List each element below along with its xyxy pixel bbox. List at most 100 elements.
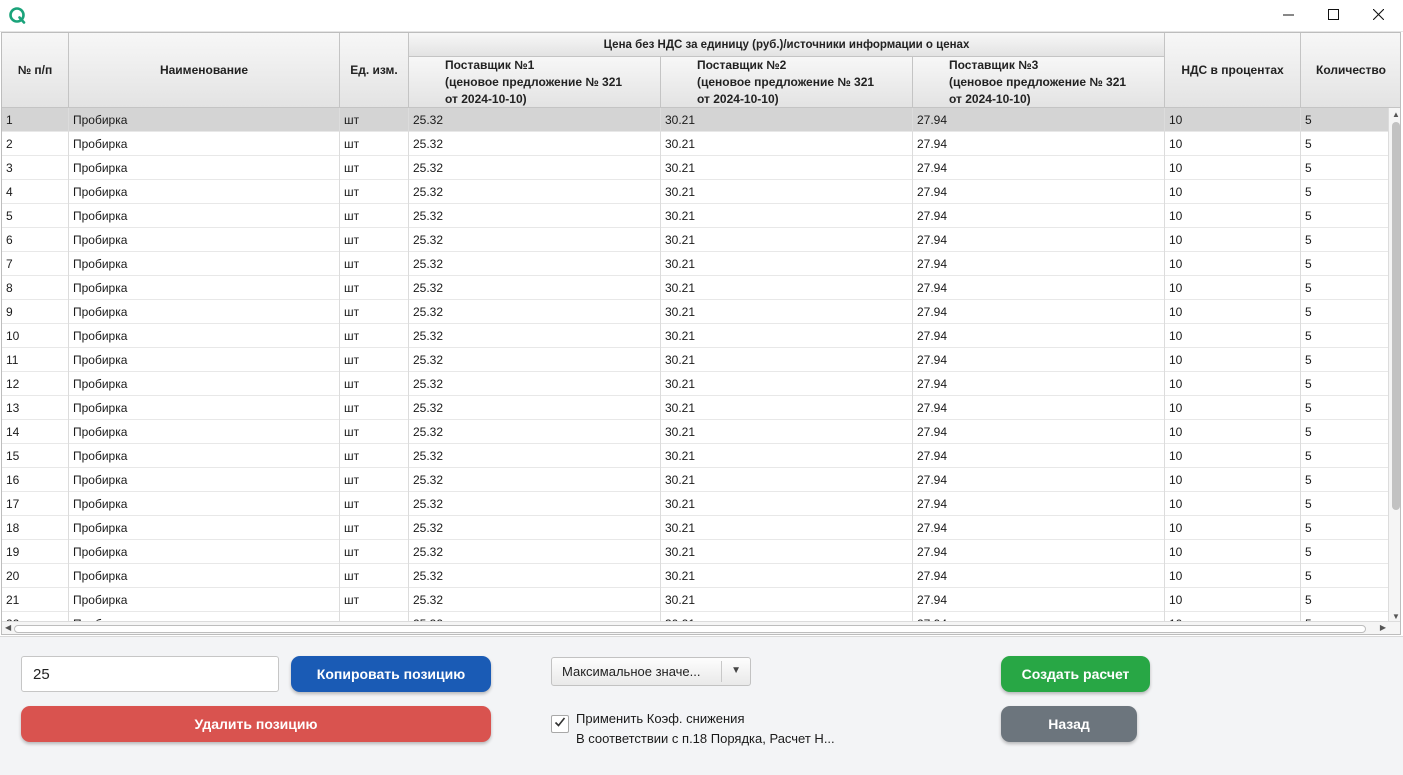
cell-price-supplier-3[interactable]: 27.94 [913,516,1165,540]
cell-price-supplier-3[interactable]: 27.94 [913,468,1165,492]
cell-quantity[interactable]: 5 [1301,228,1388,252]
cell-quantity[interactable]: 5 [1301,300,1388,324]
cell-price-supplier-2[interactable]: 30.21 [661,516,913,540]
cell-number[interactable]: 13 [2,396,69,420]
create-calculation-button[interactable]: Создать расчет [1001,656,1150,692]
cell-quantity[interactable]: 5 [1301,516,1388,540]
cell-name[interactable]: Пробирка [69,180,340,204]
cell-name[interactable]: Пробирка [69,252,340,276]
cell-name[interactable]: Пробирка [69,324,340,348]
cell-unit[interactable]: шт [340,444,409,468]
cell-number[interactable]: 17 [2,492,69,516]
cell-name[interactable]: Пробирка [69,204,340,228]
cell-name[interactable]: Пробирка [69,468,340,492]
cell-price-supplier-3[interactable]: 27.94 [913,228,1165,252]
column-header-quantity[interactable]: Количество [1301,33,1400,108]
table-row[interactable]: 8 Пробирка шт 25.32 30.21 27.94 10 5 [2,276,1388,300]
cell-name[interactable]: Пробирка [69,396,340,420]
cell-price-supplier-2[interactable]: 30.21 [661,132,913,156]
cell-name[interactable]: Пробирка [69,444,340,468]
cell-price-supplier-2[interactable]: 30.21 [661,540,913,564]
cell-number[interactable]: 7 [2,252,69,276]
cell-number[interactable]: 5 [2,204,69,228]
cell-price-supplier-2[interactable]: 30.21 [661,252,913,276]
cell-vat[interactable]: 10 [1165,396,1301,420]
cell-price-supplier-2[interactable]: 30.21 [661,396,913,420]
cell-unit[interactable]: шт [340,300,409,324]
cell-price-supplier-1[interactable]: 25.32 [409,348,661,372]
table-row[interactable]: 3 Пробирка шт 25.32 30.21 27.94 10 5 [2,156,1388,180]
cell-price-supplier-1[interactable]: 25.32 [409,252,661,276]
scroll-up-arrow-icon[interactable]: ▲ [1392,110,1400,119]
cell-quantity[interactable]: 5 [1301,156,1388,180]
reduction-coefficient-checkbox[interactable] [551,715,569,733]
cell-price-supplier-3[interactable]: 27.94 [913,420,1165,444]
cell-quantity[interactable]: 5 [1301,468,1388,492]
cell-name[interactable]: Пробирка [69,564,340,588]
cell-number[interactable]: 4 [2,180,69,204]
position-number-input[interactable] [21,656,279,692]
cell-price-supplier-1[interactable]: 25.32 [409,324,661,348]
cell-price-supplier-2[interactable]: 30.21 [661,348,913,372]
cell-vat[interactable]: 10 [1165,300,1301,324]
cell-quantity[interactable]: 5 [1301,372,1388,396]
column-header-vat[interactable]: НДС в процентах [1165,33,1301,108]
column-header-name[interactable]: Наименование [69,33,340,108]
table-row[interactable]: 14 Пробирка шт 25.32 30.21 27.94 10 5 [2,420,1388,444]
cell-quantity[interactable]: 5 [1301,348,1388,372]
cell-vat[interactable]: 10 [1165,348,1301,372]
cell-price-supplier-3[interactable]: 27.94 [913,588,1165,612]
cell-vat[interactable]: 10 [1165,156,1301,180]
maximize-button[interactable] [1310,0,1356,32]
cell-price-supplier-1[interactable]: 25.32 [409,444,661,468]
table-row[interactable]: 16 Пробирка шт 25.32 30.21 27.94 10 5 [2,468,1388,492]
column-header-supplier-2[interactable]: Поставщик №2 (ценовое предложение № 321 … [661,57,913,108]
cell-unit[interactable]: шт [340,180,409,204]
cell-number[interactable]: 14 [2,420,69,444]
table-row[interactable]: 18 Пробирка шт 25.32 30.21 27.94 10 5 [2,516,1388,540]
cell-price-supplier-3[interactable]: 27.94 [913,372,1165,396]
copy-position-button[interactable]: Копировать позицию [291,656,491,692]
cell-unit[interactable]: шт [340,420,409,444]
cell-price-supplier-2[interactable]: 30.21 [661,372,913,396]
cell-unit[interactable]: шт [340,492,409,516]
cell-vat[interactable]: 10 [1165,516,1301,540]
cell-vat[interactable]: 10 [1165,204,1301,228]
cell-number[interactable]: 16 [2,468,69,492]
cell-unit[interactable]: шт [340,516,409,540]
cell-price-supplier-2[interactable]: 30.21 [661,204,913,228]
cell-quantity[interactable]: 5 [1301,108,1388,132]
cell-quantity[interactable]: 5 [1301,588,1388,612]
cell-name[interactable]: Пробирка [69,420,340,444]
cell-vat[interactable]: 10 [1165,588,1301,612]
table-row[interactable]: 11 Пробирка шт 25.32 30.21 27.94 10 5 [2,348,1388,372]
cell-price-supplier-1[interactable]: 25.32 [409,108,661,132]
table-row[interactable]: 19 Пробирка шт 25.32 30.21 27.94 10 5 [2,540,1388,564]
cell-name[interactable]: Пробирка [69,348,340,372]
back-button[interactable]: Назад [1001,706,1137,742]
cell-price-supplier-3[interactable]: 27.94 [913,564,1165,588]
cell-unit[interactable]: шт [340,252,409,276]
cell-unit[interactable]: шт [340,540,409,564]
cell-price-supplier-2[interactable]: 30.21 [661,588,913,612]
cell-unit[interactable]: шт [340,324,409,348]
cell-number[interactable]: 18 [2,516,69,540]
cell-quantity[interactable]: 5 [1301,540,1388,564]
cell-quantity[interactable]: 5 [1301,492,1388,516]
cell-name[interactable]: Пробирка [69,588,340,612]
cell-quantity[interactable]: 5 [1301,252,1388,276]
cell-price-supplier-3[interactable]: 27.94 [913,324,1165,348]
cell-unit[interactable]: шт [340,564,409,588]
cell-price-supplier-3[interactable]: 27.94 [913,348,1165,372]
cell-price-supplier-1[interactable]: 25.32 [409,420,661,444]
cell-price-supplier-2[interactable]: 30.21 [661,276,913,300]
cell-price-supplier-2[interactable]: 30.21 [661,324,913,348]
cell-price-supplier-1[interactable]: 25.32 [409,588,661,612]
cell-vat[interactable]: 10 [1165,132,1301,156]
cell-vat[interactable]: 10 [1165,564,1301,588]
cell-price-supplier-3[interactable]: 27.94 [913,300,1165,324]
column-header-unit[interactable]: Ед. изм. [340,33,409,108]
cell-quantity[interactable]: 5 [1301,396,1388,420]
cell-name[interactable]: Пробирка [69,228,340,252]
cell-price-supplier-2[interactable]: 30.21 [661,180,913,204]
